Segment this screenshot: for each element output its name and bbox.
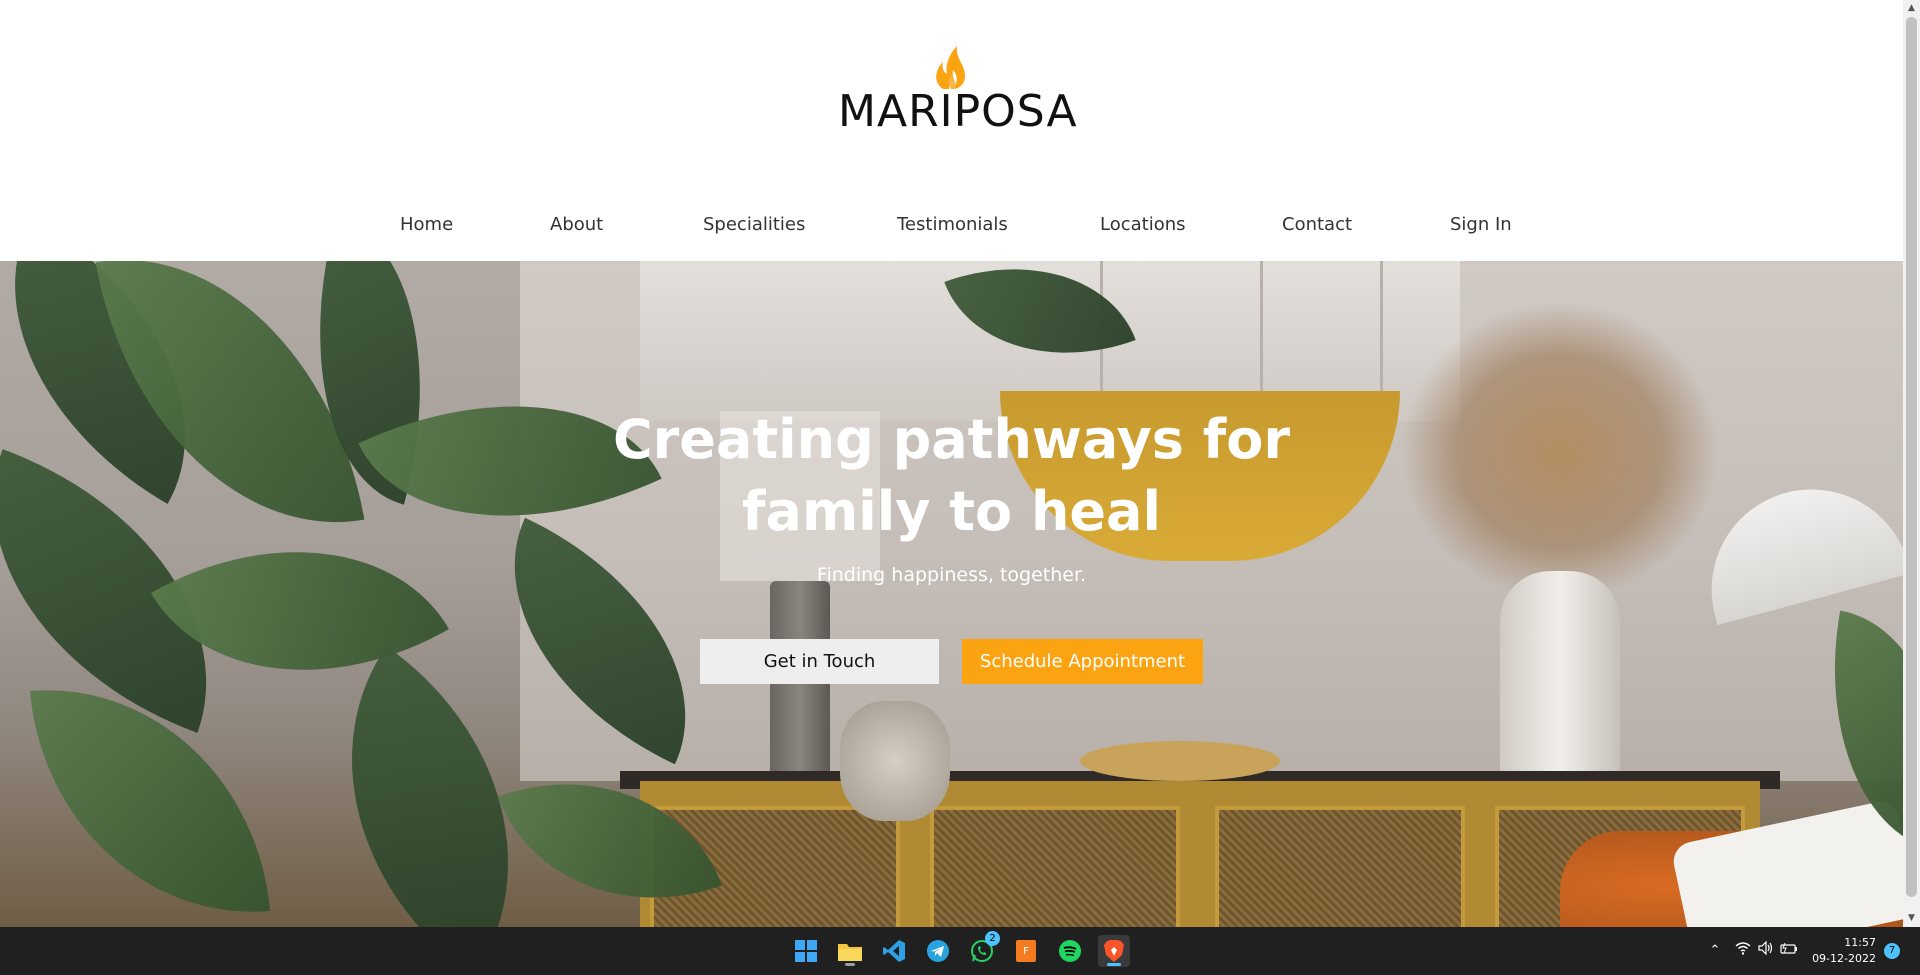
clock-time: 11:57 bbox=[1844, 936, 1876, 949]
whatsapp-icon[interactable]: 2 bbox=[966, 931, 1000, 967]
brand-name: MARIPOSA bbox=[838, 86, 1078, 137]
nav-item-locations[interactable]: Locations bbox=[1100, 214, 1186, 235]
running-indicator bbox=[845, 963, 855, 966]
page-scrollbar[interactable]: ▲ ▼ bbox=[1903, 0, 1920, 927]
scroll-down-arrow-icon[interactable]: ▼ bbox=[1903, 910, 1920, 927]
windows-start-icon[interactable] bbox=[790, 935, 822, 967]
taskbar-clock[interactable]: 11:57 09-12-2022 bbox=[1812, 935, 1876, 967]
hero-title: Creating pathways for family to heal bbox=[0, 404, 1903, 548]
hero-title-line-1: Creating pathways for bbox=[613, 408, 1290, 471]
chevron-up-icon[interactable]: ⌃ bbox=[1705, 941, 1725, 961]
telegram-icon[interactable] bbox=[922, 935, 954, 967]
browser-viewport: MARIPOSA Home About Specialities Testimo… bbox=[0, 0, 1903, 927]
clock-date: 09-12-2022 bbox=[1812, 952, 1876, 965]
site-header: MARIPOSA Home About Specialities Testimo… bbox=[0, 0, 1903, 261]
nav-item-home[interactable]: Home bbox=[400, 214, 453, 235]
vscode-icon[interactable] bbox=[878, 935, 910, 967]
sublime-icon[interactable]: F bbox=[1010, 935, 1042, 967]
wifi-icon[interactable] bbox=[1733, 941, 1753, 961]
flame-icon bbox=[936, 46, 965, 89]
svg-text:F: F bbox=[1023, 946, 1029, 957]
nav-item-sign-in[interactable]: Sign In bbox=[1450, 214, 1512, 235]
notification-badge[interactable]: 7 bbox=[1884, 943, 1900, 959]
nav-item-testimonials[interactable]: Testimonials bbox=[897, 214, 1008, 235]
brave-icon[interactable] bbox=[1098, 935, 1130, 967]
battery-icon[interactable] bbox=[1779, 941, 1799, 961]
hero-title-line-2: family to heal bbox=[742, 480, 1161, 543]
main-nav: Home About Specialities Testimonials Loc… bbox=[0, 214, 1903, 244]
volume-icon[interactable] bbox=[1756, 940, 1776, 961]
schedule-appointment-button[interactable]: Schedule Appointment bbox=[962, 639, 1203, 684]
spotify-icon[interactable] bbox=[1054, 935, 1086, 967]
nav-item-specialities[interactable]: Specialities bbox=[703, 214, 805, 235]
get-in-touch-button[interactable]: Get in Touch bbox=[700, 639, 939, 684]
windows-taskbar: 2 F ⌃ 11:57 09-12-2022 7 bbox=[0, 927, 1920, 975]
brand-logo[interactable]: MARIPOSA bbox=[838, 44, 1078, 144]
nav-item-contact[interactable]: Contact bbox=[1282, 214, 1352, 235]
file-explorer-icon[interactable] bbox=[834, 935, 866, 967]
scroll-thumb[interactable] bbox=[1906, 17, 1917, 897]
active-indicator bbox=[1107, 963, 1121, 966]
nav-item-about[interactable]: About bbox=[550, 214, 603, 235]
hero-subtitle: Finding happiness, together. bbox=[816, 564, 1087, 586]
scroll-up-arrow-icon[interactable]: ▲ bbox=[1903, 0, 1920, 17]
hero-section: Creating pathways for family to heal Fin… bbox=[0, 261, 1903, 927]
whatsapp-unread-badge: 2 bbox=[985, 931, 1000, 946]
